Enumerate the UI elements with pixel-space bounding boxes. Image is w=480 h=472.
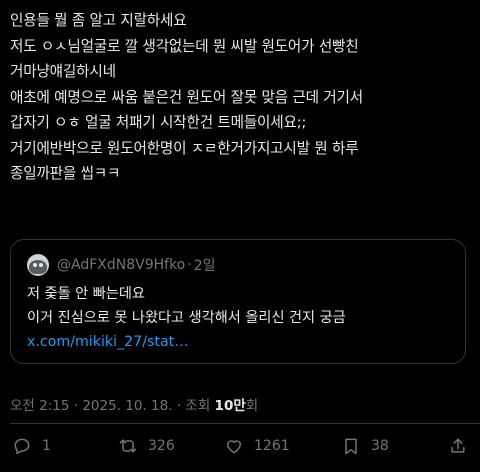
- quoted-post-link[interactable]: x.com/mikiki_27/stat…: [27, 330, 346, 354]
- views-suffix: 회: [245, 398, 259, 414]
- post: 인용들 뭘 좀 알고 지랄하세요 저도 ㅇㅅ님얼굴로 깔 생각없는데 뭔 씨발 …: [0, 0, 480, 472]
- like-count: 1261: [254, 438, 290, 454]
- reply-count: 1: [42, 438, 51, 454]
- post-text-line: 인용들 뭘 좀 알고 지랄하세요: [10, 12, 187, 29]
- share-button[interactable]: [448, 432, 468, 460]
- bookmark-button[interactable]: 38: [341, 432, 389, 460]
- post-text-line: 애초에 예명으로 싸움 붙은건 원도어 잘못 맞음 근데 거기서: [10, 88, 363, 106]
- quoted-user-handle[interactable]: @AdFXdN8V9Hfko: [57, 257, 185, 273]
- separator-dot: ·: [187, 257, 192, 273]
- like-icon: [227, 440, 241, 454]
- reply-button[interactable]: 1: [12, 432, 51, 460]
- views-count: 10만: [214, 398, 246, 414]
- quoted-post-time[interactable]: 2일: [194, 255, 216, 275]
- post-text: 인용들 뭘 좀 알고 지랄하세요 저도 ㅇㅅ님얼굴로 깔 생각없는데 뭔 씨발 …: [10, 8, 475, 187]
- retweet-icon: [119, 439, 137, 453]
- post-text-line: 거기에반박으로 원도어한명이 ㅈㄹ한거가지고시발 뭔 하루: [10, 139, 359, 157]
- divider: [10, 423, 480, 424]
- avatar[interactable]: [27, 254, 49, 276]
- quoted-text-line: 이거 진심으로 못 나왔다고 생각해서 올리신 건지 궁금: [27, 310, 346, 326]
- share-icon: [451, 438, 465, 453]
- reply-icon: [14, 438, 30, 455]
- post-text-line: 종일까판을 씹ㅋㅋ: [10, 165, 121, 182]
- post-text-line: 저도 ㅇㅅ님얼굴로 깔 생각없는데 뭔 씨발 원도어가 선빵친: [10, 37, 359, 55]
- post-date[interactable]: 2025. 10. 18.: [82, 398, 172, 414]
- action-bar: 1 326 1261 38: [0, 432, 480, 460]
- bookmark-icon: [345, 438, 357, 455]
- post-text-line: 갑자기 ㅇㅎ 얼굴 처패기 시작한건 트메들이세요;;: [10, 114, 307, 131]
- post-text-line: 거마냥얘길하시네: [10, 63, 116, 80]
- quoted-post[interactable]: @AdFXdN8V9Hfko · 2일 저 줒돌 안 빠는데요 이거 진심으로 …: [10, 239, 466, 364]
- views-label: 조회: [185, 398, 211, 414]
- like-button[interactable]: 1261: [224, 432, 290, 460]
- quoted-post-header: @AdFXdN8V9Hfko · 2일: [27, 254, 216, 276]
- quoted-post-text: 저 줒돌 안 빠는데요 이거 진심으로 못 나왔다고 생각해서 올리신 건지 궁…: [27, 282, 346, 354]
- retweet-count: 326: [148, 438, 175, 454]
- post-meta: 오전 2:15 · 2025. 10. 18. · 조회 10만회: [10, 394, 258, 414]
- bookmark-count: 38: [371, 438, 389, 454]
- quoted-text-line: 저 줒돌 안 빠는데요: [27, 286, 145, 302]
- retweet-button[interactable]: 326: [118, 432, 175, 460]
- post-time[interactable]: 오전 2:15: [10, 398, 69, 414]
